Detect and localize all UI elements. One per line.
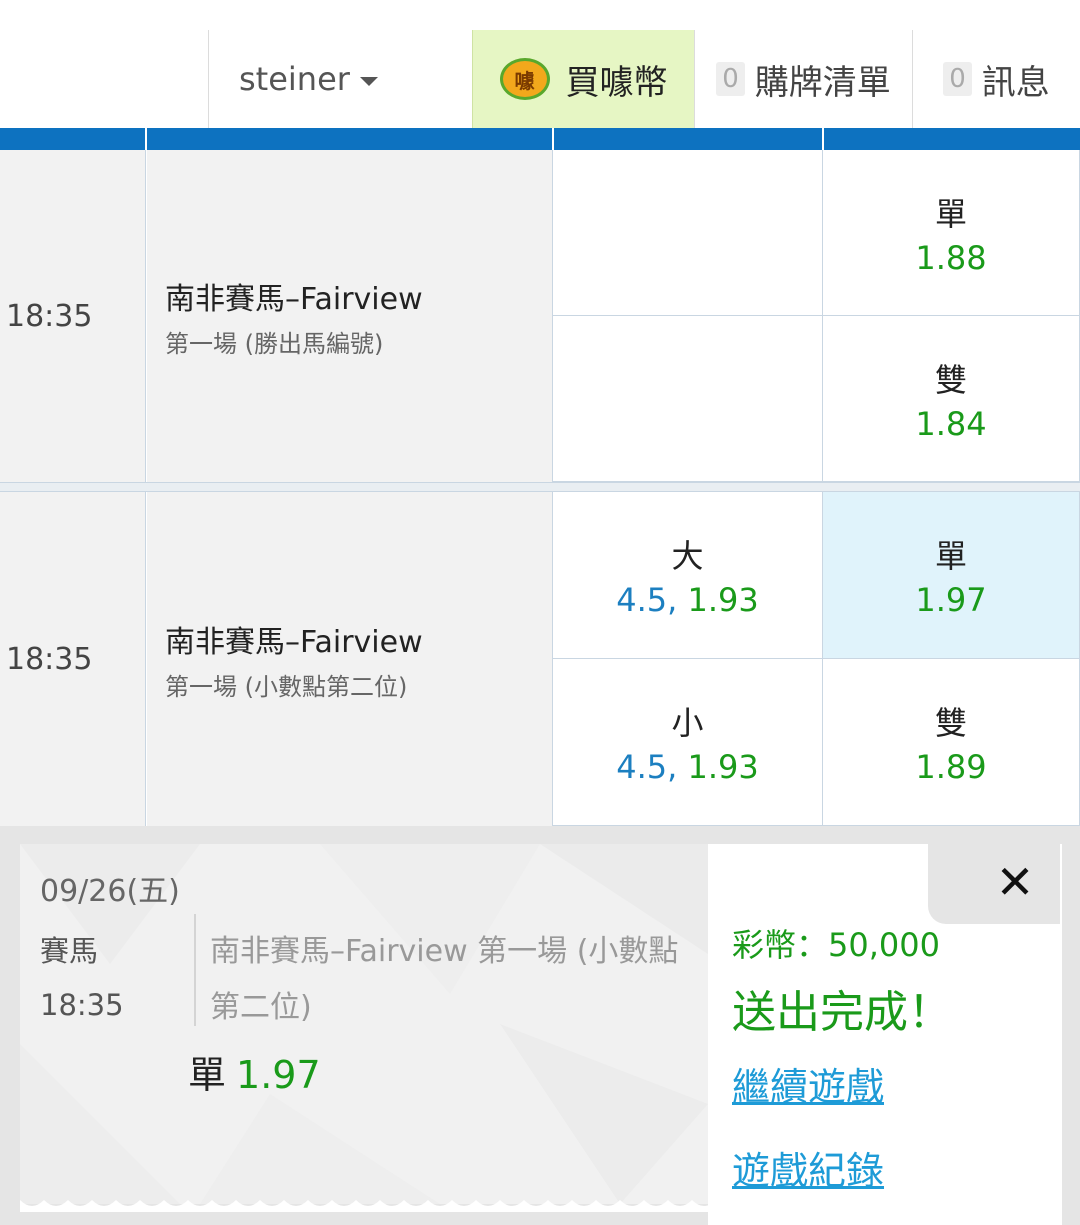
receipt-game: 南非賽馬–Fairview 第一場 (小數點第二位) bbox=[210, 934, 679, 1025]
event-time: 18:35 bbox=[0, 492, 146, 826]
bet-odds: 1.89 bbox=[915, 748, 987, 786]
row-separator bbox=[0, 482, 1080, 492]
continue-game-link[interactable]: 繼續遊戲 bbox=[732, 1056, 884, 1111]
receipt-pick: 單 1.97 bbox=[188, 1044, 321, 1099]
top-header: steiner 噱 買噱幣 0 購牌清單 0 訊息 bbox=[0, 0, 1080, 128]
bet-label: 雙 bbox=[934, 360, 967, 399]
bet-slip-label: 購牌清單 bbox=[754, 62, 891, 103]
coin-icon: 噱 bbox=[499, 58, 550, 100]
receipt-time: 18:35 bbox=[40, 988, 124, 1022]
bet-odd-button[interactable]: 單 1.88 bbox=[823, 150, 1080, 316]
bet-odd-button-selected[interactable]: 單 1.97 bbox=[823, 492, 1080, 659]
bet-under-button[interactable]: 小 4.5, 1.93 bbox=[553, 659, 823, 826]
bet-label: 小 bbox=[671, 704, 704, 742]
bet-odds: 1.88 bbox=[915, 238, 987, 277]
event-subtitle: 第一場 (小數點第二位) bbox=[165, 672, 408, 701]
receipt-category: 賽馬 bbox=[40, 934, 99, 968]
messages-count: 0 bbox=[943, 62, 972, 96]
event-row: 18:35 南非賽馬–Fairview 第一場 (勝出馬編號) 單 1.88 雙… bbox=[0, 150, 1080, 482]
bet-cell-empty bbox=[553, 150, 823, 316]
bet-label: 單 bbox=[934, 537, 967, 575]
bet-odds: 1.97 bbox=[915, 581, 987, 619]
user-menu-button[interactable]: steiner bbox=[208, 30, 472, 128]
event-subtitle: 第一場 (勝出馬編號) bbox=[165, 329, 384, 358]
buy-coins-button[interactable]: 噱 買噱幣 bbox=[472, 30, 694, 128]
event-name: 南非賽馬–Fairview bbox=[165, 281, 423, 317]
bet-label: 單 bbox=[934, 194, 967, 233]
bet-slip-button[interactable]: 0 購牌清單 bbox=[694, 30, 912, 128]
event-info: 南非賽馬–Fairview 第一場 (勝出馬編號) bbox=[147, 150, 553, 482]
messages-label: 訊息 bbox=[981, 62, 1050, 103]
event-time: 18:35 bbox=[0, 150, 146, 482]
bet-over-button[interactable]: 大 4.5, 1.93 bbox=[553, 492, 823, 659]
table-header-bar bbox=[0, 128, 1080, 150]
receipt-status: 送出完成！ bbox=[732, 987, 952, 1038]
receipt-coins: 彩幣：50,000 bbox=[732, 926, 940, 964]
event-row: 18:35 南非賽馬–Fairview 第一場 (小數點第二位) 大 4.5, … bbox=[0, 492, 1080, 826]
caret-down-icon bbox=[359, 76, 378, 86]
game-record-link[interactable]: 遊戲紀錄 bbox=[732, 1140, 884, 1195]
bet-line: 4.5, bbox=[616, 581, 678, 619]
bet-line: 4.5, bbox=[616, 748, 678, 786]
bet-label: 大 bbox=[671, 537, 704, 575]
bet-odds: 1.93 bbox=[687, 581, 759, 619]
receipt-date: 09/26(五) bbox=[40, 874, 180, 909]
receipt-divider bbox=[194, 914, 196, 1026]
bet-label: 雙 bbox=[934, 704, 967, 742]
buy-coins-label: 買噱幣 bbox=[565, 62, 668, 103]
receipt-pick-label: 單 bbox=[188, 1053, 227, 1097]
close-icon[interactable]: ✕ bbox=[980, 852, 1050, 912]
username: steiner bbox=[239, 60, 350, 98]
event-name: 南非賽馬–Fairview bbox=[165, 624, 423, 660]
ticket-torn-edge bbox=[20, 1200, 708, 1212]
messages-button[interactable]: 0 訊息 bbox=[912, 30, 1080, 128]
event-info: 南非賽馬–Fairview 第一場 (小數點第二位) bbox=[147, 492, 553, 826]
receipt-pick-odds: 1.97 bbox=[236, 1053, 321, 1097]
bet-odds: 1.84 bbox=[915, 404, 987, 443]
bet-even-button[interactable]: 雙 1.84 bbox=[823, 316, 1080, 482]
betting-table: 18:35 南非賽馬–Fairview 第一場 (勝出馬編號) 單 1.88 雙… bbox=[0, 128, 1080, 828]
bet-even-button[interactable]: 雙 1.89 bbox=[823, 659, 1080, 826]
bet-cell-empty bbox=[553, 316, 823, 482]
bet-odds: 1.93 bbox=[687, 748, 759, 786]
bet-slip-count: 0 bbox=[716, 62, 745, 96]
